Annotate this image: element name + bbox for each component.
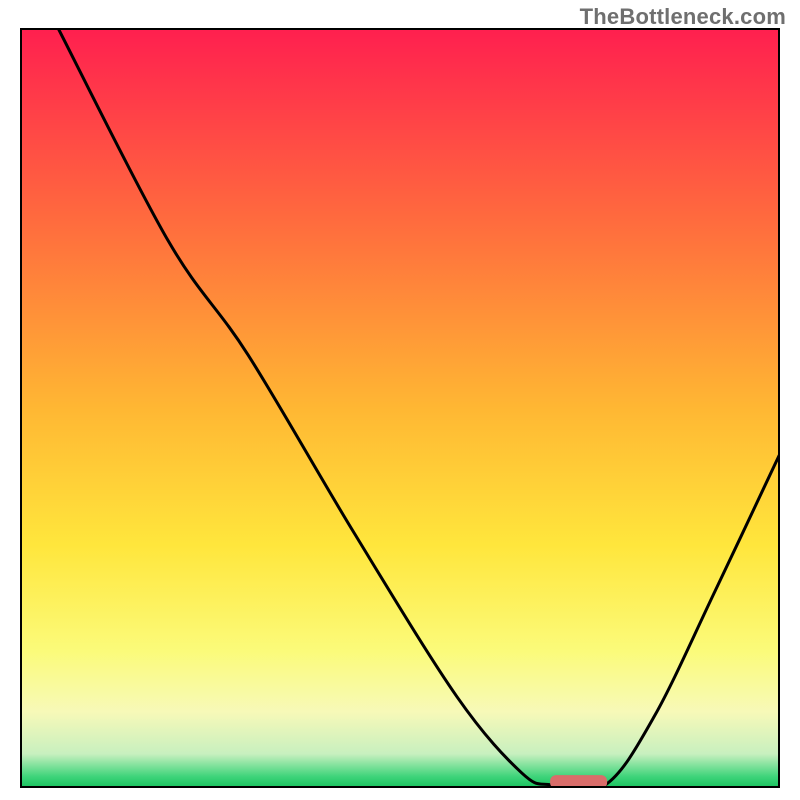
watermark-text: TheBottleneck.com bbox=[580, 4, 786, 30]
plot-frame bbox=[20, 28, 780, 788]
gradient-background bbox=[20, 28, 780, 788]
chart-stage: TheBottleneck.com bbox=[0, 0, 800, 800]
chart-svg bbox=[20, 28, 780, 788]
